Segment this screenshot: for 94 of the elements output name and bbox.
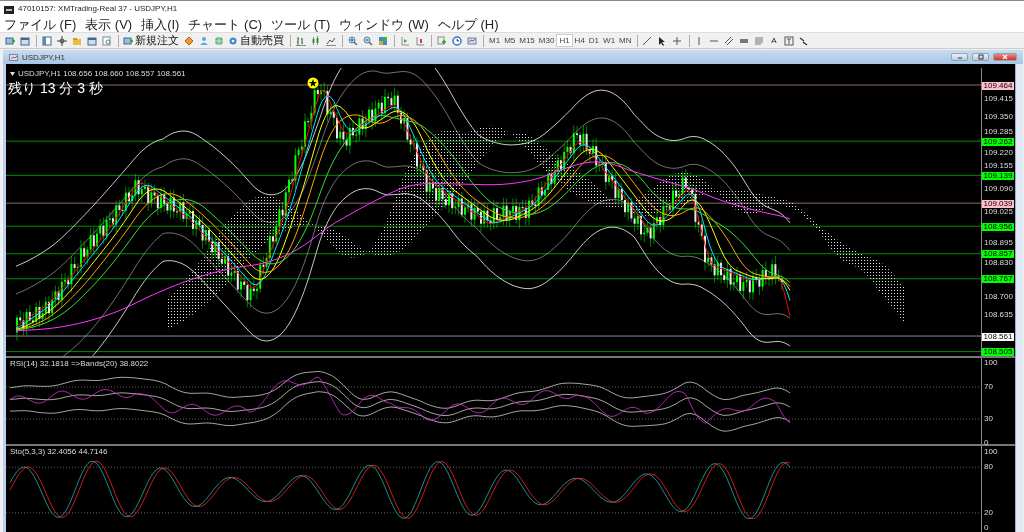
line-chart-icon [325,35,336,46]
menu-item[interactable]: ウィンドウ (W) [339,16,429,32]
timeframe-button[interactable]: M5 [502,34,518,47]
new-chart-icon [4,35,15,46]
star-icon [307,77,319,89]
price-label: 109.415 [984,94,1013,103]
countdown-timer: 残り 13 分 3 秒 [8,80,103,98]
close-button[interactable] [993,53,1017,61]
bar-chart-icon [295,35,306,46]
menu-item[interactable]: 挿入(I) [141,16,180,32]
timeframe-button[interactable]: M15 [517,34,537,47]
price-label: 108.700 [984,293,1013,302]
chart-window-icon [9,53,18,61]
price-label: 109.350 [984,112,1013,121]
toolbar-button[interactable] [640,34,654,47]
value-label: 100 [984,359,998,367]
timeframe-button[interactable]: D1 [586,34,602,47]
scrollbar[interactable] [1015,64,1023,532]
menu-item[interactable]: ツール (T) [271,16,331,32]
price-tag: 108.857 [982,250,1014,259]
timeframe-button[interactable]: H1 [556,34,573,47]
price-label: 109.285 [984,128,1013,137]
price-tag: 108.561 [982,332,1014,341]
person-icon [198,35,209,46]
text-tool-button[interactable]: A [767,34,781,47]
dropdown-triangle-icon[interactable] [10,71,15,76]
price-label: 109.025 [984,208,1013,217]
value-label: 20 [984,508,993,517]
symbol-info: USDJPY,H1 108.656 108.660 108.557 108.561 [18,69,186,78]
crosshair-icon [672,35,683,46]
price-tag: 109.139 [982,171,1014,180]
clock-icon [451,35,462,46]
app-logo-icon [4,5,14,14]
price-label: 108.830 [984,258,1013,267]
chart-shift-icon [399,35,410,46]
window-icon [86,35,97,46]
toolbar-button[interactable] [722,34,736,47]
value-label: 70 [984,383,993,391]
menu-item[interactable]: 表示 (V) [85,16,133,32]
autoscroll-icon [414,35,425,46]
globe-icon [213,35,224,46]
level-line[interactable] [6,140,981,142]
menu-item[interactable]: ヘルプ (H) [437,16,499,32]
price-tag: 109.262 [982,137,1014,146]
crosshair-icon [56,35,67,46]
text-label-icon [784,35,795,46]
minimize-button[interactable] [951,53,968,61]
price-tag: 109.039 [982,199,1014,208]
timeframe-button[interactable]: MN [617,34,634,47]
window-icon [19,35,30,46]
maximize-button[interactable] [972,53,989,61]
value-label: 30 [984,415,993,423]
timeframe-button[interactable]: H4 [572,34,587,47]
value-label: 100 [984,448,998,456]
indicator-label: Sto(5,3,3) 32.4056 44.7146 [10,447,108,456]
channel-icon [724,35,735,46]
window-title: 47010157: XMTrading-Real 37 - USDJPY,H1 [18,4,178,13]
price-tag: 108.956 [982,222,1014,231]
minimize-icon [956,54,963,60]
new-chart-icon [123,35,133,46]
toolbar-button[interactable]: 新規注文 [122,34,180,47]
panel-icon [41,35,52,46]
price-tag: 109.464 [982,81,1014,90]
price-label: 108.895 [984,239,1013,248]
price-tag: 108.505 [982,348,1014,357]
timeframe-button[interactable]: M30 [536,34,557,47]
price-tag: 108.767 [982,275,1014,284]
zoom-in-icon [347,35,358,46]
folder-icon [71,35,82,46]
maximize-icon [977,54,984,60]
level-line[interactable] [6,84,981,86]
price-label: 109.155 [984,162,1013,171]
arrows-icon [799,35,810,46]
tile-windows-icon [377,35,388,46]
value-label: 80 [984,463,993,472]
value-label: 0 [984,439,989,447]
indicator-label: RSI(14) 32.1818 =>Bands(20) 38.8022 [10,359,149,368]
zoom-out-icon [362,35,373,46]
price-label: 109.090 [984,184,1013,193]
toolbar-button[interactable]: 自動売買 [227,34,285,47]
value-label: 0 [984,524,989,532]
price-label: 108.635 [984,311,1013,320]
template-icon [466,35,477,46]
menu-item[interactable]: ファイル (F) [4,16,77,32]
candlestick-icon [310,35,321,46]
trendline-icon [642,35,653,46]
chart-window-title: USDJPY,H1 [22,52,66,62]
close-icon [1002,54,1008,60]
diamond-icon [183,35,194,46]
timeframe-button[interactable]: M1 [487,34,503,47]
add-indicator-icon [436,35,447,46]
menu-item[interactable]: チャート (C) [188,16,263,32]
price-label: 109.220 [984,148,1013,157]
timeframe-button[interactable]: W1 [601,34,618,47]
